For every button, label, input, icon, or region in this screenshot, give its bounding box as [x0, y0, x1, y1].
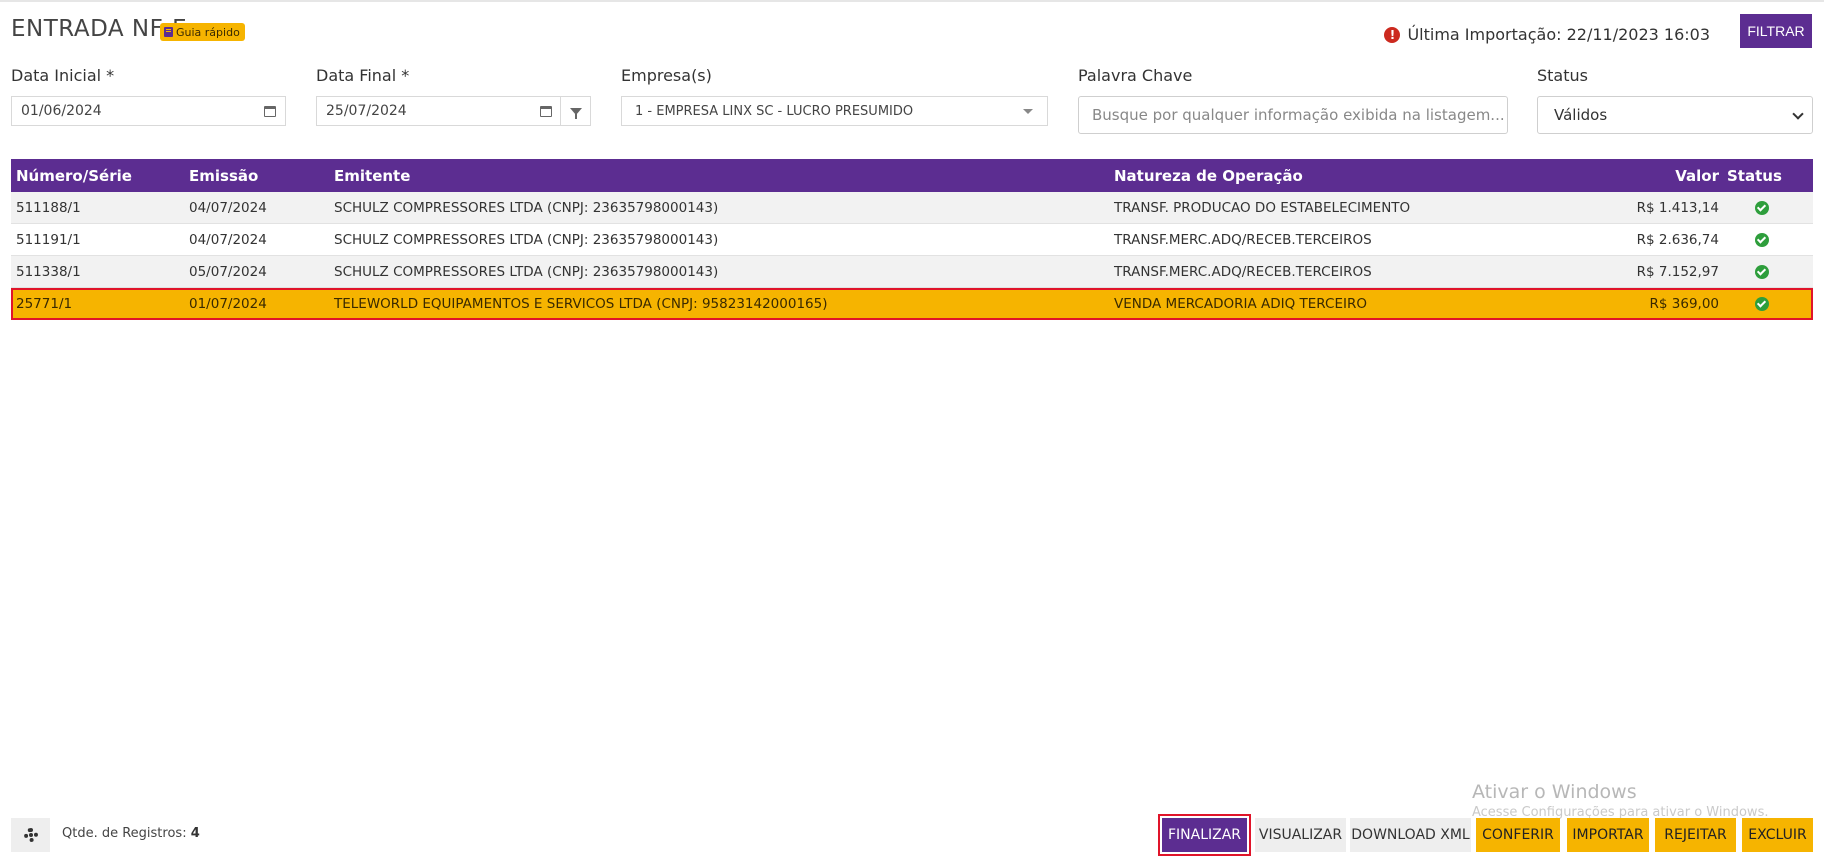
cell-numero: 511191/1 — [16, 231, 81, 248]
end-date-label: Data Final * — [316, 66, 410, 85]
company-selected-value: 1 - EMPRESA LINX SC - LUCRO PRESUMIDO — [635, 103, 914, 119]
cell-natureza: TRANSF.MERC.ADQ/RECEB.TERCEIROS — [1114, 263, 1372, 280]
cell-emitente: TELEWORLD EQUIPAMENTOS E SERVICOS LTDA (… — [334, 295, 828, 312]
calendar-icon — [539, 105, 552, 117]
records-value: 4 — [190, 826, 200, 841]
table-row[interactable]: 511191/1 04/07/2024 SCHULZ COMPRESSORES … — [11, 224, 1813, 256]
status-label: Status — [1537, 66, 1588, 85]
cell-status — [1727, 288, 1797, 319]
check-circle-icon — [1755, 264, 1769, 279]
finalize-button[interactable]: FINALIZAR — [1158, 814, 1251, 856]
filter-button[interactable]: FILTRAR — [1740, 14, 1812, 48]
company-label: Empresa(s) — [621, 66, 712, 85]
start-date-label: Data Inicial * — [11, 66, 115, 85]
check-circle-icon — [1755, 232, 1769, 247]
check-circle-icon — [1755, 296, 1769, 311]
cell-natureza: TRANSF. PRODUCAO DO ESTABELECIMENTO — [1114, 199, 1411, 216]
cell-emitente: SCHULZ COMPRESSORES LTDA (CNPJ: 23635798… — [334, 199, 719, 216]
cell-natureza: VENDA MERCADORIA ADIQ TERCEIRO — [1114, 295, 1367, 312]
header-status[interactable]: Status — [1727, 159, 1782, 192]
status-selected-value: Válidos — [1554, 106, 1608, 124]
caret-down-icon — [1023, 109, 1033, 114]
cell-status — [1727, 256, 1797, 287]
cell-valor: R$ 2.636,74 — [1636, 231, 1719, 248]
cell-natureza: TRANSF.MERC.ADQ/RECEB.TERCEIROS — [1114, 231, 1372, 248]
download-xml-button[interactable]: DOWNLOAD XML — [1350, 818, 1471, 852]
cell-numero: 25771/1 — [16, 295, 73, 312]
cell-emitente: SCHULZ COMPRESSORES LTDA (CNPJ: 23635798… — [334, 263, 719, 280]
delete-button[interactable]: EXCLUIR — [1742, 818, 1813, 852]
records-label: Qtde. de Registros: — [62, 826, 187, 841]
cell-emissao: 04/07/2024 — [189, 231, 267, 248]
funnel-icon — [569, 107, 582, 119]
cell-valor: R$ 369,00 — [1649, 295, 1720, 312]
start-date-input[interactable]: 01/06/2024 — [11, 96, 255, 126]
cell-numero: 511338/1 — [16, 263, 81, 280]
table-header: Número/Série Emissão Emitente Natureza d… — [11, 159, 1813, 192]
import-button[interactable]: IMPORTAR — [1567, 818, 1649, 852]
end-date-input[interactable]: 25/07/2024 — [316, 96, 532, 126]
header-natureza[interactable]: Natureza de Operação — [1114, 159, 1303, 192]
gear-icon — [23, 828, 38, 842]
book-icon — [164, 27, 173, 37]
table-row-selected[interactable]: 25771/1 01/07/2024 TELEWORLD EQUIPAMENTO… — [11, 288, 1813, 320]
cell-valor: R$ 1.413,14 — [1636, 199, 1719, 216]
check-button[interactable]: CONFERIR — [1476, 818, 1560, 852]
cell-emissao: 04/07/2024 — [189, 199, 267, 216]
keyword-search-input[interactable]: Busque por qualquer informação exibida n… — [1078, 96, 1508, 134]
alert-icon: ! — [1384, 26, 1401, 43]
nfe-table: Número/Série Emissão Emitente Natureza d… — [11, 159, 1813, 320]
company-select[interactable]: 1 - EMPRESA LINX SC - LUCRO PRESUMIDO — [621, 96, 1048, 126]
header-emitente[interactable]: Emitente — [334, 159, 410, 192]
windows-activation-watermark: Ativar o Windows — [1472, 781, 1637, 803]
chevron-down-icon — [1792, 108, 1804, 120]
quick-guide-badge[interactable]: Guia rápido — [160, 23, 245, 41]
check-circle-icon — [1755, 200, 1769, 215]
quick-guide-label: Guia rápido — [176, 25, 240, 39]
start-date-calendar-button[interactable] — [254, 96, 286, 126]
cell-emissao: 05/07/2024 — [189, 263, 267, 280]
reject-button[interactable]: REJEITAR — [1655, 818, 1736, 852]
cell-valor: R$ 7.152,97 — [1636, 263, 1719, 280]
view-button[interactable]: VISUALIZAR — [1255, 818, 1346, 852]
cell-emitente: SCHULZ COMPRESSORES LTDA (CNPJ: 23635798… — [334, 231, 719, 248]
header-valor[interactable]: Valor — [1675, 159, 1719, 192]
header-numero[interactable]: Número/Série — [16, 159, 132, 192]
calendar-icon — [263, 105, 276, 117]
settings-button[interactable] — [11, 818, 50, 852]
records-count: Qtde. de Registros: 4 — [62, 826, 200, 841]
cell-status — [1727, 224, 1797, 255]
cell-status — [1727, 192, 1797, 223]
status-select[interactable]: Válidos — [1537, 96, 1813, 134]
advanced-filter-button[interactable] — [561, 96, 591, 126]
cell-numero: 511188/1 — [16, 199, 81, 216]
header-emissao[interactable]: Emissão — [189, 159, 258, 192]
table-row[interactable]: 511338/1 05/07/2024 SCHULZ COMPRESSORES … — [11, 256, 1813, 288]
cell-emissao: 01/07/2024 — [189, 295, 267, 312]
last-import-info: ! Última Importação: 22/11/2023 16:03 — [1384, 25, 1710, 44]
top-divider — [0, 0, 1824, 2]
keyword-label: Palavra Chave — [1078, 66, 1193, 85]
end-date-calendar-button[interactable] — [531, 96, 561, 126]
last-import-text: Última Importação: 22/11/2023 16:03 — [1407, 25, 1710, 44]
table-row[interactable]: 511188/1 04/07/2024 SCHULZ COMPRESSORES … — [11, 192, 1813, 224]
